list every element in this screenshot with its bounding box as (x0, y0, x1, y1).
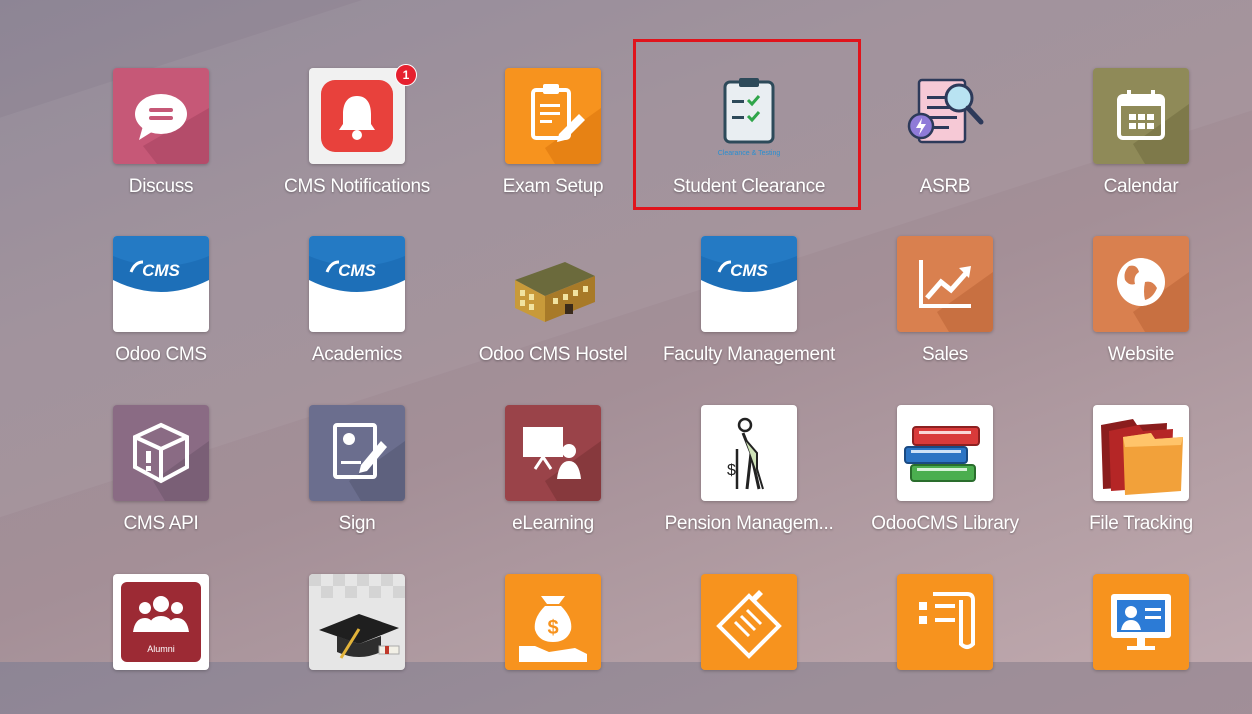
app-cms-notifications[interactable]: 1 CMS Notifications (259, 58, 455, 208)
app-label: Website (1107, 344, 1175, 365)
globe-icon (1093, 236, 1189, 332)
tile-subcaption: Clearance & Testing (717, 150, 781, 157)
app-label: Odoo CMS Hostel (478, 344, 628, 365)
app-label: Student Clearance (672, 176, 826, 197)
app-student-clearance[interactable]: Clearance & Testing Student Clearance (651, 58, 847, 208)
app-website[interactable]: Website (1043, 226, 1239, 376)
app-alumni[interactable]: Alumni (63, 564, 259, 714)
app-label: CMS Notifications (284, 176, 430, 197)
monitor-profile-icon (1093, 574, 1189, 670)
app-label: CMS API (123, 513, 199, 534)
graduation-cap-icon (309, 574, 405, 670)
app-label: Discuss (128, 176, 194, 197)
cms-logo-icon: CMS (113, 236, 209, 332)
app-odoo-cms[interactable]: CMS Odoo CMS (63, 226, 259, 376)
elderly-person-icon: $ (701, 405, 797, 501)
cube-alert-icon (113, 405, 209, 501)
app-label: Pension Managem... (664, 513, 834, 534)
notification-badge: 1 (395, 64, 417, 86)
document-search-icon (897, 68, 993, 164)
app-payment[interactable]: $ (455, 564, 651, 714)
app-label: Faculty Management (662, 344, 836, 365)
invoice-edit-icon (701, 574, 797, 670)
app-file-tracking[interactable]: File Tracking (1043, 395, 1239, 545)
svg-text:$: $ (727, 462, 736, 479)
trend-chart-icon (897, 236, 993, 332)
signature-icon (309, 405, 405, 501)
cms-logo-icon: CMS (309, 236, 405, 332)
bell-icon (309, 68, 405, 164)
app-invoicing[interactable] (651, 564, 847, 714)
money-hand-icon: $ (505, 574, 601, 670)
folders-icon (1093, 405, 1189, 501)
app-label: Odoo CMS (115, 344, 207, 365)
presentation-icon (505, 405, 601, 501)
app-academics[interactable]: CMS Academics (259, 226, 455, 376)
app-label: eLearning (512, 513, 594, 534)
app-faculty-management[interactable]: CMS Faculty Management (651, 226, 847, 376)
clipboard-edit-icon (505, 68, 601, 164)
app-discuss[interactable]: Discuss (63, 58, 259, 208)
alumni-icon: Alumni (113, 574, 209, 670)
svg-text:CMS: CMS (142, 261, 180, 280)
books-icon (897, 405, 993, 501)
app-elearning[interactable]: eLearning (455, 395, 651, 545)
app-odoocms-library[interactable]: OdooCMS Library (847, 395, 1043, 545)
app-odoo-cms-hostel[interactable]: Odoo CMS Hostel (455, 226, 651, 376)
app-sales[interactable]: Sales (847, 226, 1043, 376)
list-document-icon (897, 574, 993, 670)
app-label: Sign (338, 513, 376, 534)
app-sign[interactable]: Sign (259, 395, 455, 545)
cms-logo-icon: CMS (701, 236, 797, 332)
app-asrb[interactable]: ASRB (847, 58, 1043, 208)
svg-text:Alumni: Alumni (147, 644, 175, 654)
app-label: Academics (311, 344, 403, 365)
svg-text:CMS: CMS (338, 261, 376, 280)
app-graduation[interactable] (259, 564, 455, 714)
app-calendar[interactable]: Calendar (1043, 58, 1239, 208)
app-label: Sales (921, 344, 969, 365)
app-label: ASRB (919, 176, 971, 197)
app-documents[interactable] (847, 564, 1043, 714)
svg-text:CMS: CMS (730, 261, 768, 280)
app-pension-management[interactable]: $ Pension Managem... (651, 395, 847, 545)
app-label: Exam Setup (502, 176, 604, 197)
calendar-icon (1093, 68, 1189, 164)
app-label: Calendar (1103, 176, 1179, 197)
app-label: OdooCMS Library (871, 513, 1019, 534)
app-cms-api[interactable]: CMS API (63, 395, 259, 545)
chat-bubble-icon (113, 68, 209, 164)
app-exam-setup[interactable]: Exam Setup (455, 58, 651, 208)
building-icon (505, 236, 601, 332)
app-employee-portal[interactable] (1043, 564, 1239, 714)
svg-text:$: $ (547, 617, 558, 639)
app-label: File Tracking (1089, 513, 1193, 534)
